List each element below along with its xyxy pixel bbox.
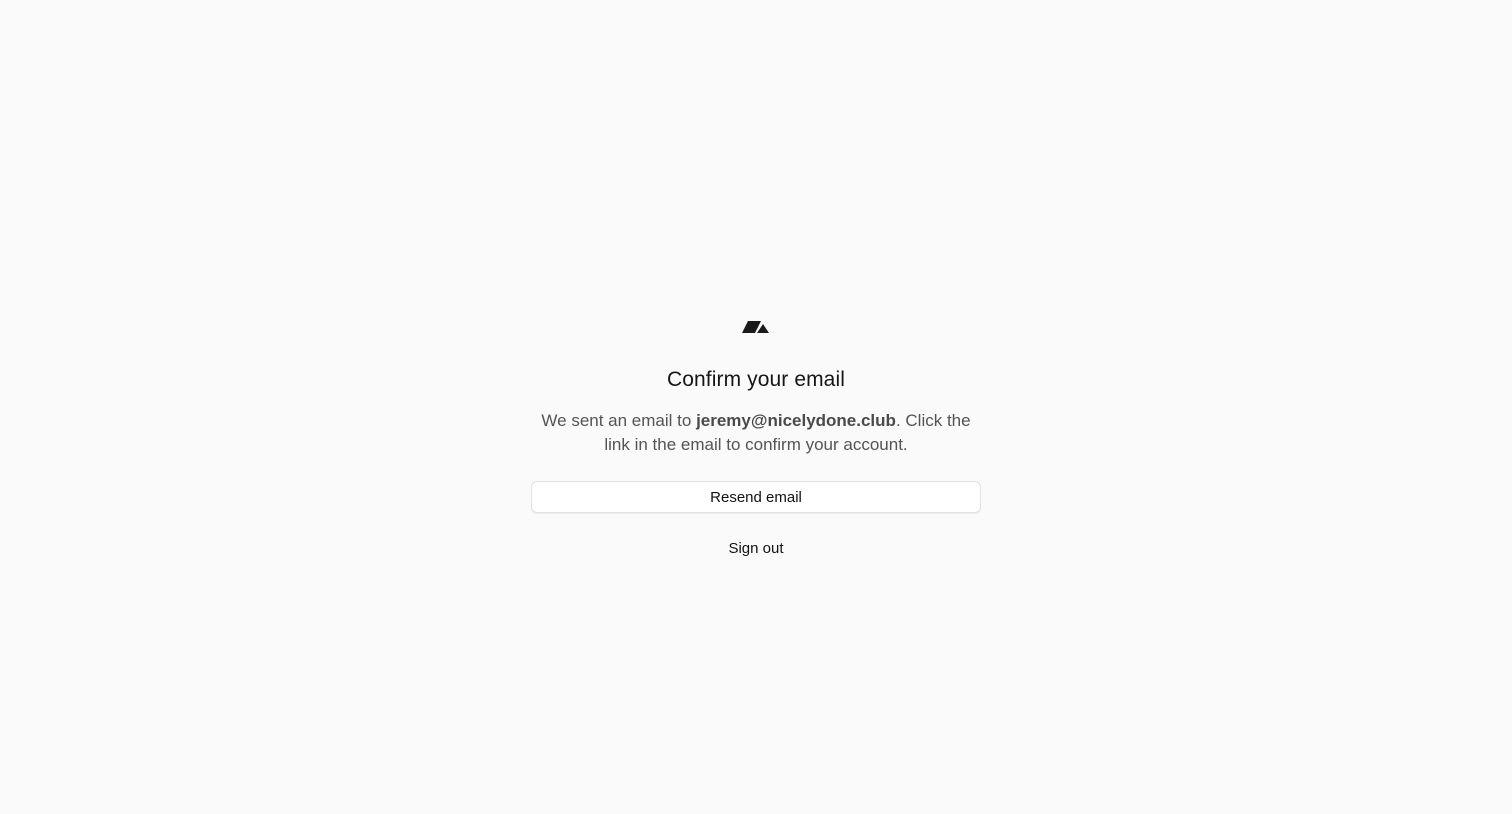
brand-logo-icon	[742, 321, 769, 333]
confirm-email-page: Confirm your email We sent an email to j…	[0, 0, 1512, 814]
confirm-email-card: Confirm your email We sent an email to j…	[531, 318, 981, 563]
sign-out-button[interactable]: Sign out	[720, 535, 791, 563]
message-prefix: We sent an email to	[541, 411, 697, 430]
confirmation-message: We sent an email to jeremy@nicelydone.cl…	[536, 409, 976, 457]
resend-email-button[interactable]: Resend email	[531, 481, 981, 513]
email-address: jeremy@nicelydone.club	[696, 411, 896, 430]
page-title: Confirm your email	[666, 368, 845, 391]
